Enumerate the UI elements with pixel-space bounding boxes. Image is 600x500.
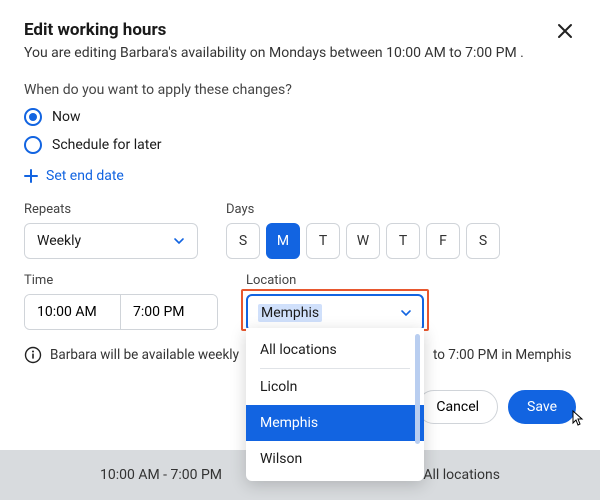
edit-working-hours-modal: Edit working hours You are editing Barba… <box>0 0 600 500</box>
availability-text-start: Barbara will be available weekly <box>50 347 239 363</box>
modal-subtitle: You are editing Barbara's availability o… <box>24 44 576 64</box>
day-wed[interactable]: W <box>346 223 380 259</box>
day-tue[interactable]: T <box>306 223 340 259</box>
chevron-down-icon <box>173 235 185 247</box>
save-button[interactable]: Save <box>508 390 576 424</box>
radio-now[interactable]: Now <box>24 108 576 126</box>
time-start-input[interactable] <box>25 295 121 329</box>
day-sat[interactable]: S <box>466 223 500 259</box>
radio-later-label: Schedule for later <box>52 137 162 153</box>
set-end-date-label: Set end date <box>46 168 124 184</box>
footer-time-range: 10:00 AM - 7:00 PM <box>100 467 222 483</box>
set-end-date-button[interactable]: Set end date <box>24 168 576 184</box>
availability-text-end: to 7:00 PM in Memphis <box>433 347 572 363</box>
chevron-down-icon <box>400 307 412 319</box>
location-option-licoln[interactable]: Licoln <box>246 369 424 405</box>
time-range-input <box>24 294 218 330</box>
repeats-value: Weekly <box>37 233 81 249</box>
days-label: Days <box>226 202 500 217</box>
dropdown-scrollbar[interactable] <box>415 334 420 444</box>
location-select[interactable]: Memphis <box>246 294 424 332</box>
info-icon <box>24 346 42 364</box>
repeats-label: Repeats <box>24 202 198 217</box>
close-button[interactable] <box>554 20 576 42</box>
time-end-input[interactable] <box>121 295 217 329</box>
location-label: Location <box>246 273 424 288</box>
radio-selected-icon <box>24 108 42 126</box>
location-option-memphis[interactable]: Memphis <box>246 405 424 441</box>
location-value: Memphis <box>258 304 322 322</box>
location-dropdown: All locations Licoln Memphis Wilson <box>246 328 424 481</box>
close-icon <box>556 22 574 40</box>
time-label: Time <box>24 273 218 288</box>
location-option-wilson[interactable]: Wilson <box>246 441 424 477</box>
repeats-select[interactable]: Weekly <box>24 223 198 259</box>
day-mon[interactable]: M <box>266 223 300 259</box>
plus-icon <box>24 169 38 183</box>
location-option-all[interactable]: All locations <box>246 332 424 368</box>
modal-title: Edit working hours <box>24 20 166 40</box>
apply-changes-question: When do you want to apply these changes? <box>24 82 576 98</box>
footer-location: All locations <box>423 467 500 483</box>
cursor-pointer-icon <box>569 409 587 429</box>
day-sun[interactable]: S <box>226 223 260 259</box>
days-picker: S M T W T F S <box>226 223 500 259</box>
day-fri[interactable]: F <box>426 223 460 259</box>
radio-schedule-later[interactable]: Schedule for later <box>24 136 576 154</box>
radio-unselected-icon <box>24 136 42 154</box>
cancel-button[interactable]: Cancel <box>417 390 498 424</box>
day-thu[interactable]: T <box>386 223 420 259</box>
radio-now-label: Now <box>52 109 81 125</box>
